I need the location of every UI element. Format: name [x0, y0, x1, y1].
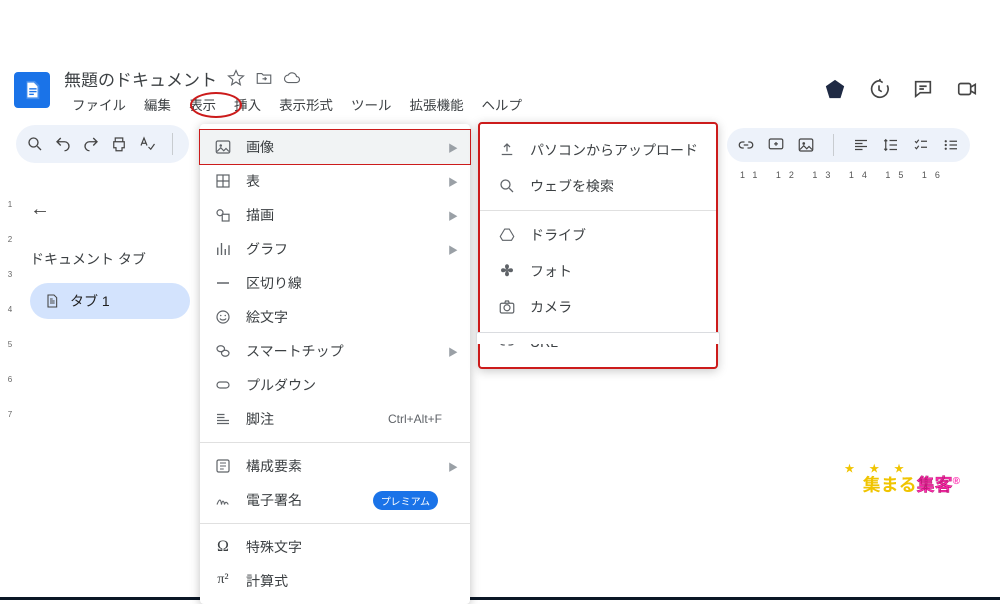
hr-icon [214, 274, 232, 292]
watermark-logo: 集まる集客® [863, 471, 960, 497]
menuitem-footnote[interactable]: 脚注 Ctrl+Alt+F [200, 402, 470, 436]
menu-divider [200, 523, 470, 524]
menu-edit[interactable]: 編集 [136, 93, 179, 115]
menuitem-emoji[interactable]: 絵文字 [200, 300, 470, 334]
align-icon[interactable] [852, 136, 870, 154]
spellcheck-icon[interactable] [138, 135, 156, 153]
comments-icon[interactable] [912, 78, 934, 100]
bullet-list-icon[interactable] [942, 136, 960, 154]
star-icon[interactable] [227, 69, 245, 87]
insert-menu-dropdown: 画像▶ 表▶ 描画▶ グラフ▶ 区切り線 絵文字 スマートチップ▶ プルダウン [200, 124, 470, 604]
table-icon [214, 172, 232, 190]
back-arrow-icon[interactable]: ← [30, 198, 190, 221]
page-edge [476, 332, 720, 344]
checklist-icon[interactable] [912, 136, 930, 154]
doc-title[interactable]: 無題のドキュメント [64, 66, 217, 91]
drive-icon [498, 226, 516, 244]
sidebar-title: ドキュメント タブ [30, 249, 190, 269]
search-icon[interactable] [26, 135, 44, 153]
submenu-drive[interactable]: ドライブ [480, 217, 716, 253]
submenu-photos[interactable]: フォト [480, 253, 716, 289]
image-icon [214, 138, 232, 156]
signature-icon [214, 491, 232, 509]
submenu-upload[interactable]: パソコンからアップロード [480, 132, 716, 168]
premium-badge: プレミアム [373, 491, 438, 510]
menubar: ファイル 編集 表示 挿入 表示形式 ツール 拡張機能 ヘルプ [64, 93, 530, 115]
separator [833, 134, 834, 156]
menuitem-equation[interactable]: π² 計算式 [200, 564, 470, 598]
submenu-camera[interactable]: カメラ [480, 289, 716, 325]
menu-help[interactable]: ヘルプ [474, 93, 531, 115]
ruler-vertical: 1234567 [0, 190, 20, 597]
move-folder-icon[interactable] [255, 69, 273, 87]
docs-logo[interactable] [14, 72, 50, 108]
chip-icon [214, 342, 232, 360]
chart-icon [214, 240, 232, 258]
menu-ext[interactable]: 拡張機能 [402, 93, 472, 115]
shortcut-text: Ctrl+Alt+F [388, 412, 442, 426]
menuitem-specialchar[interactable]: Ω 特殊文字 [200, 530, 470, 564]
document-tab[interactable]: タブ 1 [30, 283, 190, 319]
tab-label: タブ 1 [70, 291, 110, 311]
menuitem-chart[interactable]: グラフ▶ [200, 232, 470, 266]
menu-format[interactable]: 表示形式 [271, 93, 341, 115]
drawing-icon [214, 206, 232, 224]
emoji-icon [214, 308, 232, 326]
tab-doc-icon [44, 293, 60, 309]
print-icon[interactable] [110, 135, 128, 153]
menu-view[interactable]: 表示 [181, 93, 224, 115]
insert-image-icon[interactable] [797, 136, 815, 154]
search-icon [498, 177, 516, 195]
submenu-websearch[interactable]: ウェブを検索 [480, 168, 716, 204]
menuitem-hr[interactable]: 区切り線 [200, 266, 470, 300]
add-comment-icon[interactable] [767, 136, 785, 154]
cloud-icon[interactable] [283, 69, 301, 87]
pi-icon: π² [214, 572, 232, 590]
menu-insert[interactable]: 挿入 [226, 93, 269, 115]
menuitem-image[interactable]: 画像▶ [199, 129, 471, 165]
menuitem-drawing[interactable]: 描画▶ [200, 198, 470, 232]
menuitem-blocks[interactable]: 構成要素▶ [200, 449, 470, 483]
menuitem-dropdown[interactable]: プルダウン [200, 368, 470, 402]
omega-icon: Ω [214, 538, 232, 556]
menu-divider [480, 210, 716, 211]
menuitem-table[interactable]: 表▶ [200, 164, 470, 198]
pill-icon [214, 376, 232, 394]
menuitem-smartchip[interactable]: スマートチップ▶ [200, 334, 470, 368]
footnote-icon [214, 410, 232, 428]
chevron-right-icon: ▶ [448, 140, 458, 155]
menu-file[interactable]: ファイル [64, 93, 134, 115]
menu-tools[interactable]: ツール [343, 93, 400, 115]
redo-icon[interactable] [82, 135, 100, 153]
gemini-icon[interactable] [824, 78, 846, 100]
separator [172, 133, 173, 155]
menu-divider [200, 442, 470, 443]
history-icon[interactable] [868, 78, 890, 100]
blocks-icon [214, 457, 232, 475]
meet-icon[interactable] [956, 78, 978, 100]
upload-icon [498, 141, 516, 159]
photos-icon [498, 262, 516, 280]
undo-icon[interactable] [54, 135, 72, 153]
camera-icon [498, 298, 516, 316]
line-spacing-icon[interactable] [882, 136, 900, 154]
link-icon[interactable] [737, 136, 755, 154]
menuitem-esign[interactable]: 電子署名 プレミアム [200, 483, 470, 517]
